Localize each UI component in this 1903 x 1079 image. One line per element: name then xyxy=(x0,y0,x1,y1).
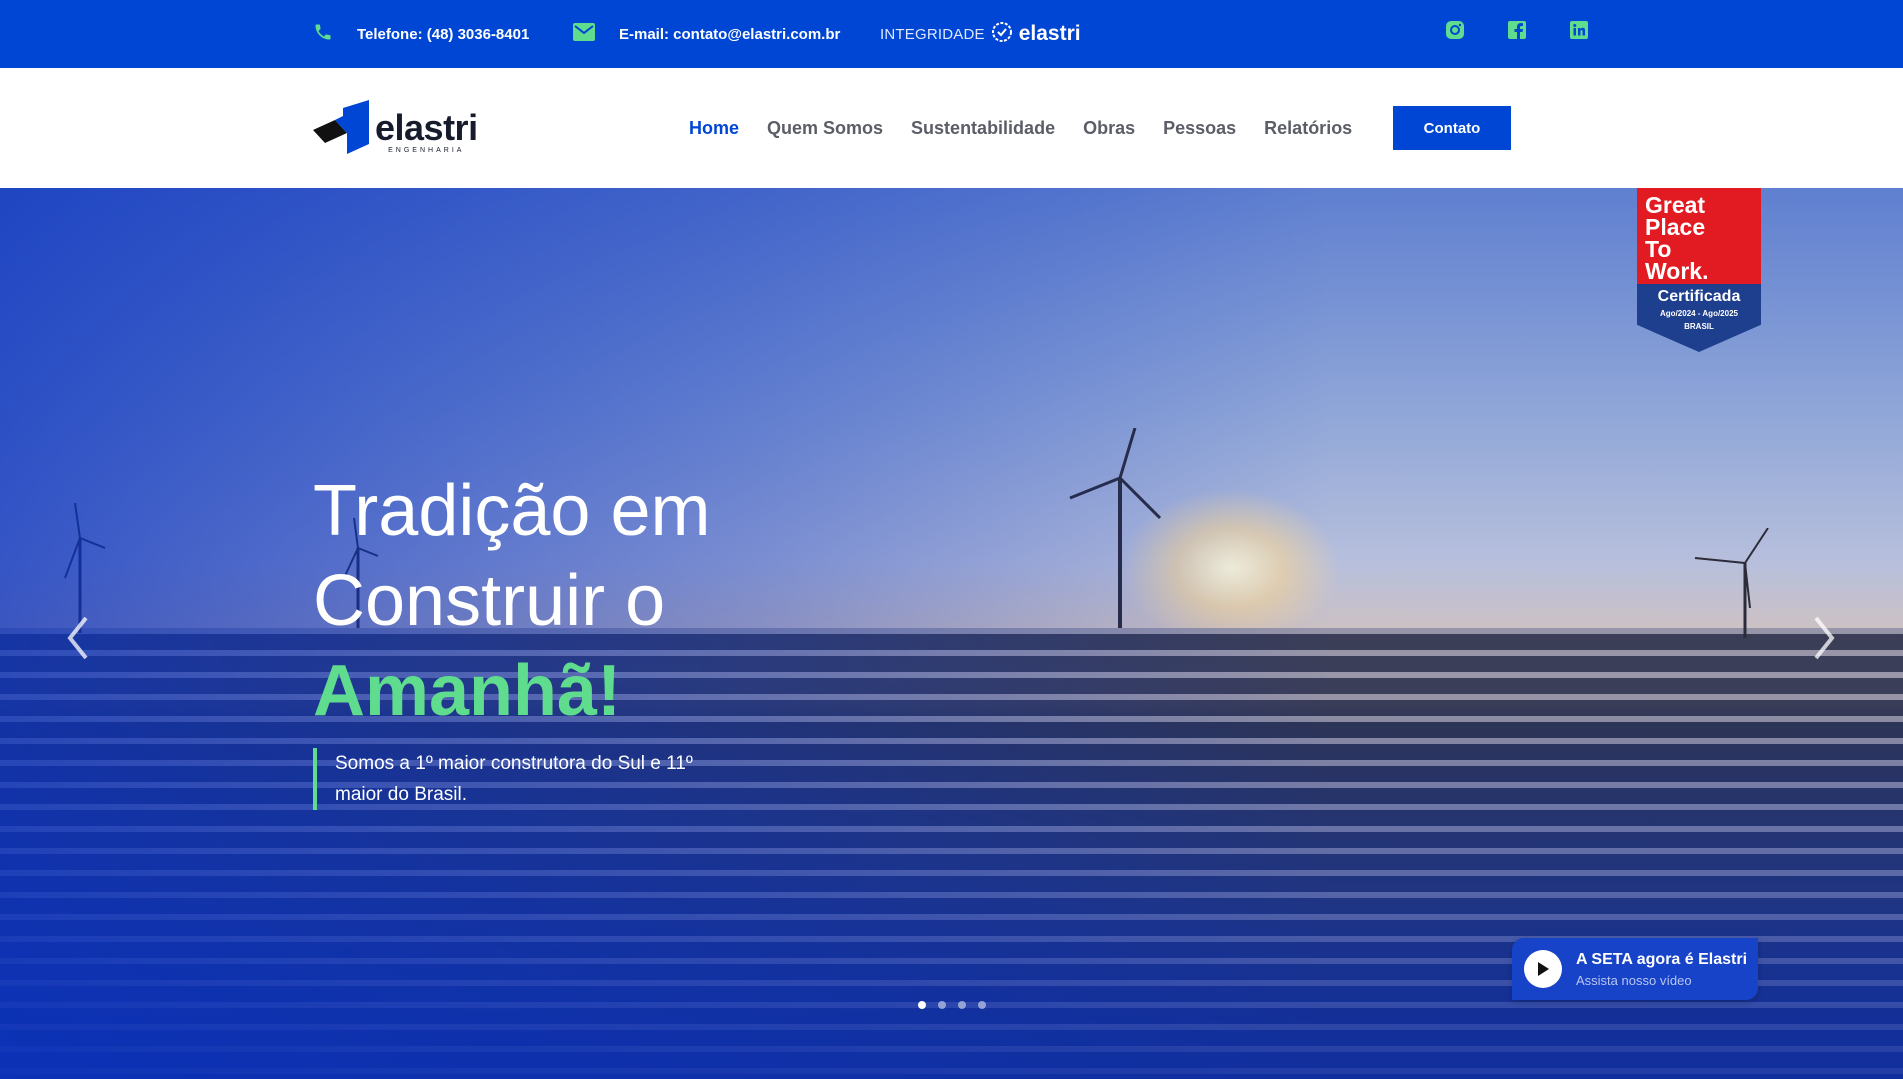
hero-title: Tradição em Construir o Amanhã! xyxy=(313,466,710,736)
carousel-dot-3[interactable] xyxy=(958,1001,966,1009)
carousel-dot-2[interactable] xyxy=(938,1001,946,1009)
carousel-next-button[interactable] xyxy=(1804,608,1844,668)
check-badge-icon xyxy=(991,21,1013,48)
integridade-brand: elastri xyxy=(1018,22,1081,45)
topbar-email[interactable]: E-mail: contato@elastri.com.br xyxy=(573,0,840,68)
top-bar: Telefone: (48) 3036-8401 E-mail: contato… xyxy=(0,0,1903,68)
chevron-right-icon xyxy=(1814,616,1835,660)
carousel-prev-button[interactable] xyxy=(58,608,98,668)
header-wedge xyxy=(0,153,62,188)
gptw-line: Great xyxy=(1645,192,1706,218)
nav-quem-somos[interactable]: Quem Somos xyxy=(767,118,883,139)
carousel-dots xyxy=(918,1001,986,1009)
hero-title-line1: Tradição em xyxy=(313,471,711,551)
hero-banner: Tradição em Construir o Amanhã! Somos a … xyxy=(0,188,1903,1079)
instagram-link[interactable] xyxy=(1443,18,1467,42)
chevron-left-icon xyxy=(67,616,88,660)
main-nav: Home Quem Somos Sustentabilidade Obras P… xyxy=(689,68,1352,188)
gptw-line: Place xyxy=(1645,214,1706,240)
hero-subtitle: Somos a 1º maior construtora do Sul e 11… xyxy=(313,748,693,810)
nav-pessoas[interactable]: Pessoas xyxy=(1163,118,1236,139)
nav-sustentabilidade[interactable]: Sustentabilidade xyxy=(911,118,1055,139)
hero-title-line2: Construir o xyxy=(313,561,666,641)
video-button[interactable]: A SETA agora é Elastri Assista nosso víd… xyxy=(1512,938,1758,1000)
linkedin-link[interactable] xyxy=(1567,18,1591,42)
facebook-link[interactable] xyxy=(1505,18,1529,42)
gptw-certified: Certificada xyxy=(1657,288,1741,305)
mail-icon xyxy=(573,23,595,45)
gptw-ribbon: Certificada Ago/2024 - Ago/2025 BRASIL xyxy=(1637,284,1761,352)
integridade-label: INTEGRIDADE xyxy=(880,25,985,43)
topbar-phone[interactable]: Telefone: (48) 3036-8401 xyxy=(313,0,529,68)
gptw-country: BRASIL xyxy=(1684,322,1714,331)
linkedin-icon xyxy=(1570,21,1588,39)
logo-subtitle: ENGENHARIA xyxy=(388,147,465,154)
nav-obras[interactable]: Obras xyxy=(1083,118,1135,139)
facebook-icon xyxy=(1508,21,1526,39)
hero-title-highlight: Amanhã! xyxy=(313,651,622,731)
carousel-dot-1[interactable] xyxy=(918,1001,926,1009)
gptw-title: Great Place To Work. xyxy=(1637,188,1761,284)
site-logo[interactable]: elastri ENGENHARIA xyxy=(313,100,478,154)
instagram-icon xyxy=(1446,21,1464,39)
video-subtitle: Assista nosso vídeo xyxy=(1576,972,1692,988)
gptw-line: Work. xyxy=(1645,258,1709,284)
elastri-logo-icon xyxy=(313,100,369,154)
video-title: A SETA agora é Elastri xyxy=(1576,950,1748,968)
gptw-badge[interactable]: Great Place To Work. Certificada Ago/202… xyxy=(1637,188,1761,352)
nav-relatorios[interactable]: Relatórios xyxy=(1264,118,1352,139)
logo-name: elastri xyxy=(375,107,478,148)
contact-button[interactable]: Contato xyxy=(1393,106,1511,150)
phone-text: Telefone: (48) 3036-8401 xyxy=(357,25,530,43)
nav-home[interactable]: Home xyxy=(689,118,739,139)
email-text: E-mail: contato@elastri.com.br xyxy=(619,25,841,43)
integridade-link[interactable]: INTEGRIDADE elastri xyxy=(880,0,1081,68)
gptw-line: To xyxy=(1645,236,1672,262)
gptw-period: Ago/2024 - Ago/2025 xyxy=(1660,309,1738,318)
phone-icon xyxy=(313,22,333,46)
carousel-dot-4[interactable] xyxy=(978,1001,986,1009)
play-icon xyxy=(1524,950,1562,988)
